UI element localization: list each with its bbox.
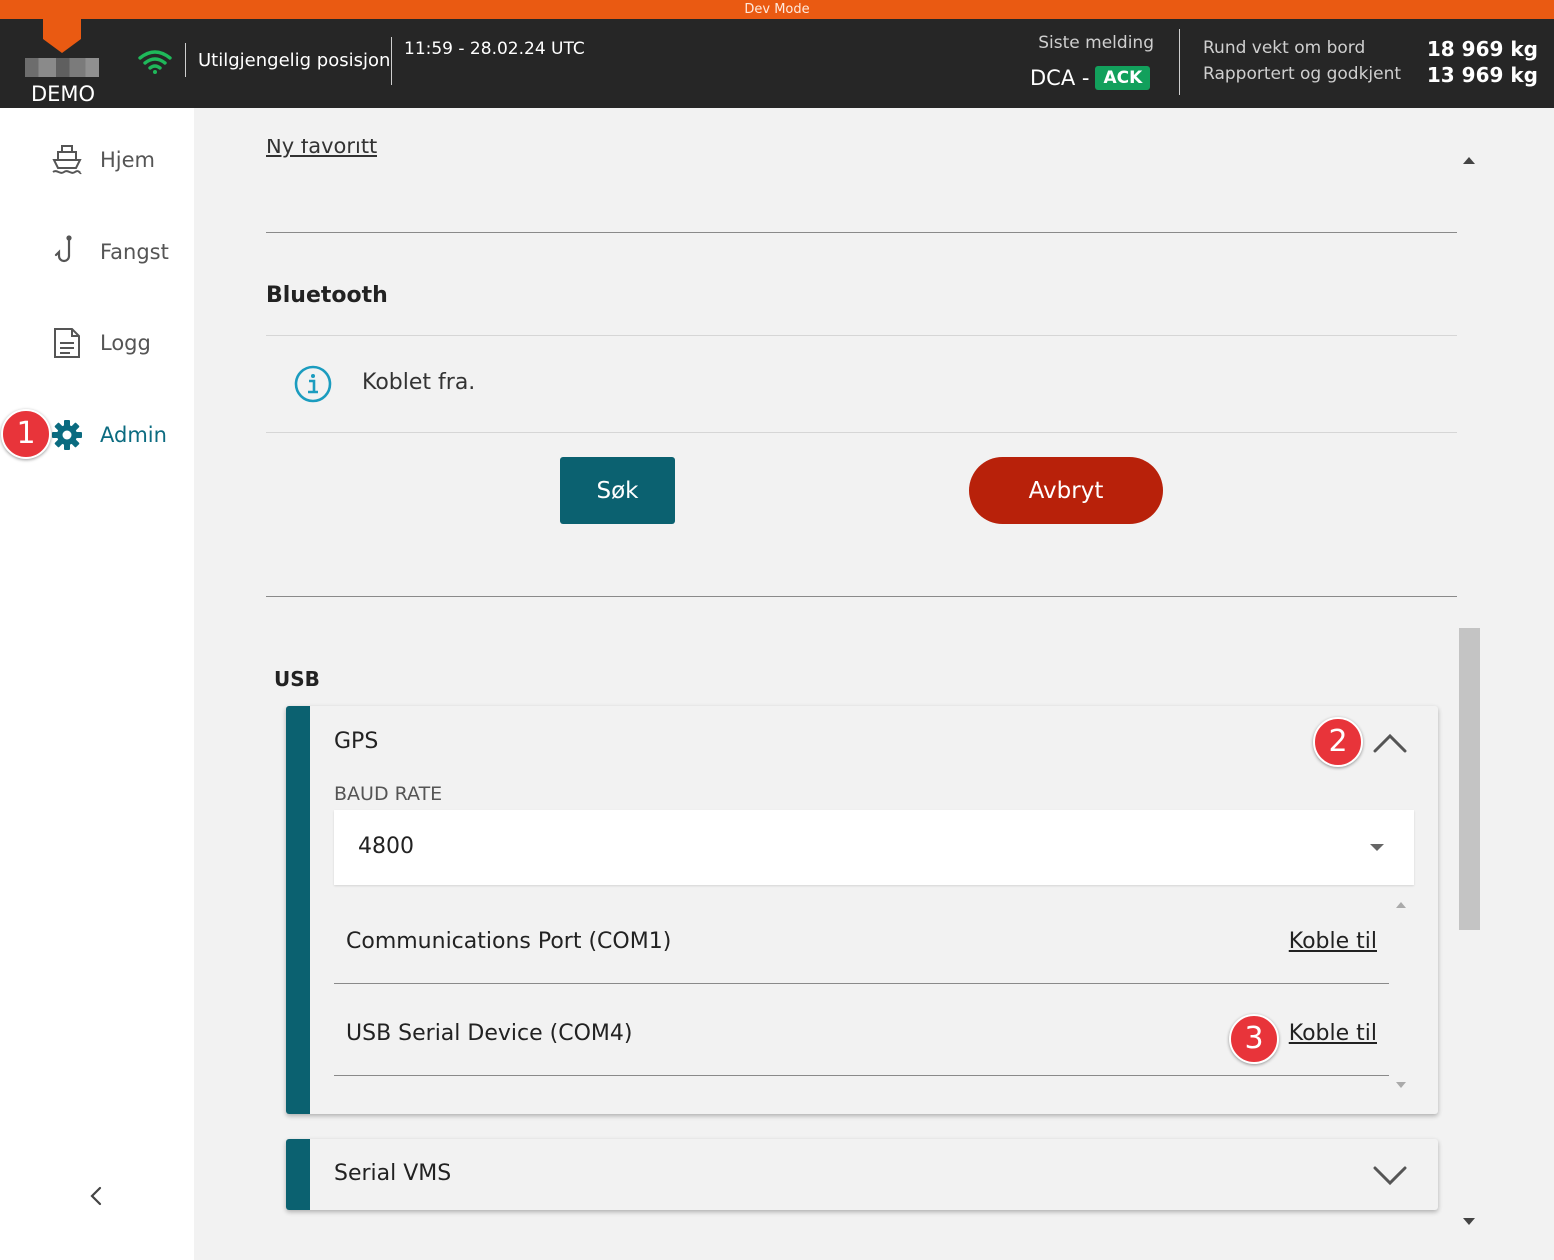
serial-vms-card[interactable]: Serial VMS xyxy=(286,1139,1438,1210)
divider xyxy=(266,432,1457,433)
gear-icon xyxy=(50,418,84,452)
top-header: DEMO Utilgjengelig posisjon 11:59 - 28.0… xyxy=(0,19,1554,108)
scroll-down-arrow-icon[interactable] xyxy=(1463,1218,1475,1225)
port-row: Communications Port (COM1) Koble til xyxy=(334,892,1389,984)
caret-down-icon xyxy=(1370,844,1384,851)
chevron-down-icon[interactable] xyxy=(1372,1165,1408,1187)
logo-tab xyxy=(43,19,81,39)
port-name: Communications Port (COM1) xyxy=(346,929,672,954)
weight-reported-value: 13 969 kg xyxy=(1426,63,1538,87)
sidebar-item-label: Logg xyxy=(100,331,151,355)
datetime: 11:59 - 28.02.24 UTC xyxy=(404,39,585,59)
weight-onboard-label: Rund vekt om bord xyxy=(1203,38,1366,58)
gps-title: GPS xyxy=(334,729,379,754)
bluetooth-status: Koblet fra. xyxy=(362,370,476,395)
last-message-type: DCA - xyxy=(1030,66,1090,90)
divider xyxy=(266,232,1457,233)
demo-label: DEMO xyxy=(30,82,96,106)
dev-mode-bar: Dev Mode xyxy=(0,0,1554,19)
sidebar-item-label: Fangst xyxy=(100,240,169,264)
document-icon xyxy=(50,326,84,360)
header-divider xyxy=(1179,29,1180,95)
logo-arrow xyxy=(43,39,81,53)
port-name: USB Serial Device (COM4) xyxy=(346,1021,633,1046)
sidebar-item-label: Admin xyxy=(100,423,167,447)
card-accent xyxy=(286,1139,310,1210)
serial-vms-title: Serial VMS xyxy=(334,1161,452,1186)
cancel-button[interactable]: Avbryt xyxy=(969,457,1163,524)
baud-rate-value: 4800 xyxy=(358,834,414,859)
wifi-icon xyxy=(138,50,172,74)
bluetooth-heading: Bluetooth xyxy=(266,283,388,308)
baud-rate-label: BAUD RATE xyxy=(334,783,443,805)
last-message[interactable]: DCA - ACK xyxy=(1030,66,1151,90)
usb-heading: USB xyxy=(274,667,320,691)
search-button[interactable]: Søk xyxy=(560,457,675,524)
sidebar-item-hjem[interactable]: Hjem xyxy=(50,143,155,177)
chevron-left-icon[interactable] xyxy=(84,1183,110,1209)
new-favorite-link[interactable]: Ny favoritt xyxy=(266,139,377,161)
header-divider xyxy=(185,43,186,77)
sidebar-item-label: Hjem xyxy=(100,148,156,172)
header-divider xyxy=(391,37,392,85)
scroll-up-arrow-icon[interactable] xyxy=(1463,157,1475,164)
baud-rate-select[interactable]: 4800 xyxy=(334,810,1414,885)
connect-link[interactable]: Koble til xyxy=(1289,929,1377,954)
fishhook-icon xyxy=(50,235,84,269)
divider xyxy=(266,335,1457,336)
sidebar-item-admin[interactable]: Admin xyxy=(50,418,167,452)
sidebar: Hjem Fangst Logg Admin xyxy=(0,108,194,1260)
list-scroll-down-icon[interactable] xyxy=(1396,1082,1406,1088)
scrollbar-thumb[interactable] xyxy=(1459,628,1480,930)
divider xyxy=(266,596,1457,597)
last-message-label: Siste melding xyxy=(1038,33,1154,53)
step-badge-3: 3 xyxy=(1229,1014,1279,1064)
vessel-name-blurred xyxy=(25,58,99,77)
port-list: Communications Port (COM1) Koble til USB… xyxy=(334,892,1414,1102)
sidebar-item-logg[interactable]: Logg xyxy=(50,326,151,360)
boat-icon xyxy=(50,143,84,177)
dev-mode-label: Dev Mode xyxy=(744,2,810,17)
info-icon xyxy=(294,365,332,403)
position-status: Utilgjengelig posisjon xyxy=(198,50,391,71)
ack-badge: ACK xyxy=(1095,66,1151,90)
card-accent xyxy=(286,706,310,1114)
connect-link[interactable]: Koble til xyxy=(1289,1021,1377,1046)
weight-reported-label: Rapportert og godkjent xyxy=(1203,64,1402,84)
step-badge-1: 1 xyxy=(1,409,51,459)
list-scroll-up-icon[interactable] xyxy=(1396,902,1406,908)
step-badge-2: 2 xyxy=(1313,717,1363,767)
sidebar-item-fangst[interactable]: Fangst xyxy=(50,235,169,269)
weight-onboard-value: 18 969 kg xyxy=(1426,37,1538,61)
chevron-up-icon[interactable] xyxy=(1372,732,1408,754)
